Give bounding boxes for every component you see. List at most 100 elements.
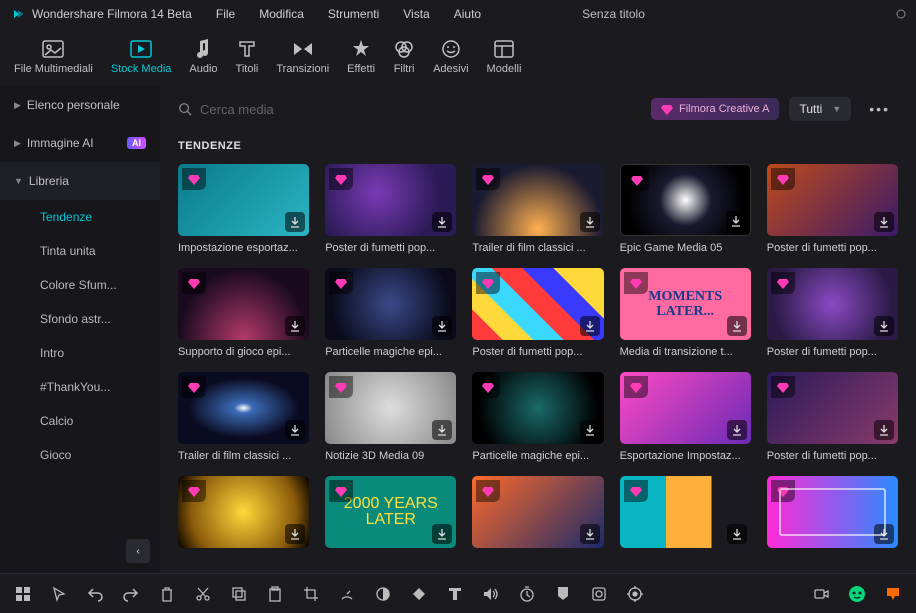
menu-edit[interactable]: Modifica bbox=[259, 7, 304, 21]
sidebar-item-tinta-unita[interactable]: Tinta unita bbox=[0, 234, 160, 268]
download-button[interactable] bbox=[874, 316, 894, 336]
download-button[interactable] bbox=[285, 212, 305, 232]
audio-button[interactable] bbox=[482, 585, 500, 603]
media-card[interactable]: Particelle magiche epi... bbox=[472, 372, 603, 462]
download-button[interactable] bbox=[432, 420, 452, 440]
tab-stock-media[interactable]: Stock Media bbox=[111, 39, 172, 75]
menu-file[interactable]: File bbox=[216, 7, 235, 21]
sidebar-section-personal[interactable]: ▶ Elenco personale bbox=[0, 86, 160, 124]
mask-button[interactable] bbox=[590, 585, 608, 603]
media-card[interactable]: Notizie 3D Media 09 bbox=[325, 372, 456, 462]
sidebar-item-tendenze[interactable]: Tendenze bbox=[0, 200, 160, 234]
section-title: TENDENZE bbox=[178, 140, 898, 152]
download-button[interactable] bbox=[726, 211, 746, 231]
primary-tabs: File Multimediali Stock Media Audio Tito… bbox=[0, 28, 916, 86]
filter-dropdown[interactable]: Tutti ▼ bbox=[789, 97, 851, 121]
title-bar: Wondershare Filmora 14 Beta File Modific… bbox=[0, 0, 916, 28]
undo-button[interactable] bbox=[86, 585, 104, 603]
tab-effects[interactable]: Effetti bbox=[347, 39, 375, 75]
download-button[interactable] bbox=[874, 212, 894, 232]
chevron-down-icon: ▼ bbox=[832, 104, 841, 114]
tab-titles[interactable]: Titoli bbox=[236, 39, 259, 75]
media-card[interactable]: MOMENTS LATER...Media di transizione t..… bbox=[620, 268, 751, 358]
media-card[interactable] bbox=[620, 476, 751, 548]
media-card[interactable]: Esportazione Impostaz... bbox=[620, 372, 751, 462]
media-card[interactable]: Trailer di film classici ... bbox=[178, 372, 309, 462]
tab-filters[interactable]: Filtri bbox=[393, 39, 415, 75]
window-control-icon[interactable] bbox=[896, 9, 906, 19]
tab-transitions[interactable]: Transizioni bbox=[276, 39, 329, 75]
media-card[interactable]: Supporto di gioco epi... bbox=[178, 268, 309, 358]
premium-badge-icon bbox=[771, 480, 795, 502]
tab-audio[interactable]: Audio bbox=[189, 39, 217, 75]
media-card[interactable] bbox=[767, 476, 898, 548]
media-card[interactable]: 2000 YEARS LATER bbox=[325, 476, 456, 548]
download-button[interactable] bbox=[874, 420, 894, 440]
tab-stickers[interactable]: Adesivi bbox=[433, 39, 468, 75]
sidebar-item-intro[interactable]: Intro bbox=[0, 336, 160, 370]
download-button[interactable] bbox=[285, 316, 305, 336]
cut-button[interactable] bbox=[194, 585, 212, 603]
paste-button[interactable] bbox=[266, 585, 284, 603]
media-card[interactable]: Poster di fumetti pop... bbox=[767, 268, 898, 358]
keyframe-button[interactable] bbox=[410, 585, 428, 603]
premium-badge-icon bbox=[624, 480, 648, 502]
download-button[interactable] bbox=[580, 212, 600, 232]
media-card[interactable]: Poster di fumetti pop... bbox=[325, 164, 456, 254]
download-button[interactable] bbox=[727, 524, 747, 544]
download-button[interactable] bbox=[580, 524, 600, 544]
filmora-creative-button[interactable]: Filmora Creative A bbox=[651, 98, 779, 120]
timer-button[interactable] bbox=[518, 585, 536, 603]
sidebar-collapse-button[interactable]: ‹ bbox=[126, 539, 150, 563]
download-button[interactable] bbox=[727, 420, 747, 440]
search-input[interactable]: Cerca media bbox=[178, 102, 641, 117]
media-card[interactable]: Poster di fumetti pop... bbox=[767, 372, 898, 462]
media-card-title: Impostazione esportaz... bbox=[178, 242, 309, 254]
download-button[interactable] bbox=[432, 212, 452, 232]
layout-button[interactable] bbox=[14, 585, 32, 603]
download-button[interactable] bbox=[580, 420, 600, 440]
download-button[interactable] bbox=[580, 316, 600, 336]
sidebar-item-thankyou[interactable]: #ThankYou... bbox=[0, 370, 160, 404]
sidebar-section-library[interactable]: ▼ Libreria bbox=[0, 162, 160, 200]
sidebar-item-gioco[interactable]: Gioco bbox=[0, 438, 160, 472]
more-options-button[interactable]: ••• bbox=[861, 96, 898, 122]
export-button[interactable] bbox=[884, 585, 902, 603]
sidebar-item-calcio[interactable]: Calcio bbox=[0, 404, 160, 438]
cursor-button[interactable] bbox=[50, 585, 68, 603]
sidebar-item-colore-sfum[interactable]: Colore Sfum... bbox=[0, 268, 160, 302]
media-card[interactable] bbox=[178, 476, 309, 548]
media-card[interactable]: Particelle magiche epi... bbox=[325, 268, 456, 358]
media-card[interactable]: Trailer di film classici ... bbox=[472, 164, 603, 254]
media-thumbnail bbox=[178, 268, 309, 340]
media-card[interactable]: Poster di fumetti pop... bbox=[472, 268, 603, 358]
download-button[interactable] bbox=[432, 524, 452, 544]
delete-button[interactable] bbox=[158, 585, 176, 603]
media-card[interactable]: Impostazione esportaz... bbox=[178, 164, 309, 254]
download-button[interactable] bbox=[727, 316, 747, 336]
sidebar-section-ai-image[interactable]: ▶ Immagine AI AI bbox=[0, 124, 160, 162]
ai-assist-button[interactable] bbox=[848, 585, 866, 603]
download-button[interactable] bbox=[874, 524, 894, 544]
media-thumbnail bbox=[620, 372, 751, 444]
media-card[interactable]: Poster di fumetti pop... bbox=[767, 164, 898, 254]
copy-button[interactable] bbox=[230, 585, 248, 603]
download-button[interactable] bbox=[285, 420, 305, 440]
premium-badge-icon bbox=[624, 272, 648, 294]
tab-templates[interactable]: Modelli bbox=[487, 39, 522, 75]
tab-media-files[interactable]: File Multimediali bbox=[14, 39, 93, 75]
text-button[interactable] bbox=[446, 585, 464, 603]
media-card[interactable]: Epic Game Media 05 bbox=[620, 164, 751, 254]
media-card[interactable] bbox=[472, 476, 603, 548]
redo-button[interactable] bbox=[122, 585, 140, 603]
tracking-button[interactable] bbox=[626, 585, 644, 603]
crop-button[interactable] bbox=[302, 585, 320, 603]
color-button[interactable] bbox=[374, 585, 392, 603]
record-button[interactable] bbox=[812, 585, 830, 603]
premium-badge-icon bbox=[771, 168, 795, 190]
speed-button[interactable] bbox=[338, 585, 356, 603]
download-button[interactable] bbox=[285, 524, 305, 544]
download-button[interactable] bbox=[432, 316, 452, 336]
sidebar-item-sfondo-astr[interactable]: Sfondo astr... bbox=[0, 302, 160, 336]
marker-button[interactable] bbox=[554, 585, 572, 603]
